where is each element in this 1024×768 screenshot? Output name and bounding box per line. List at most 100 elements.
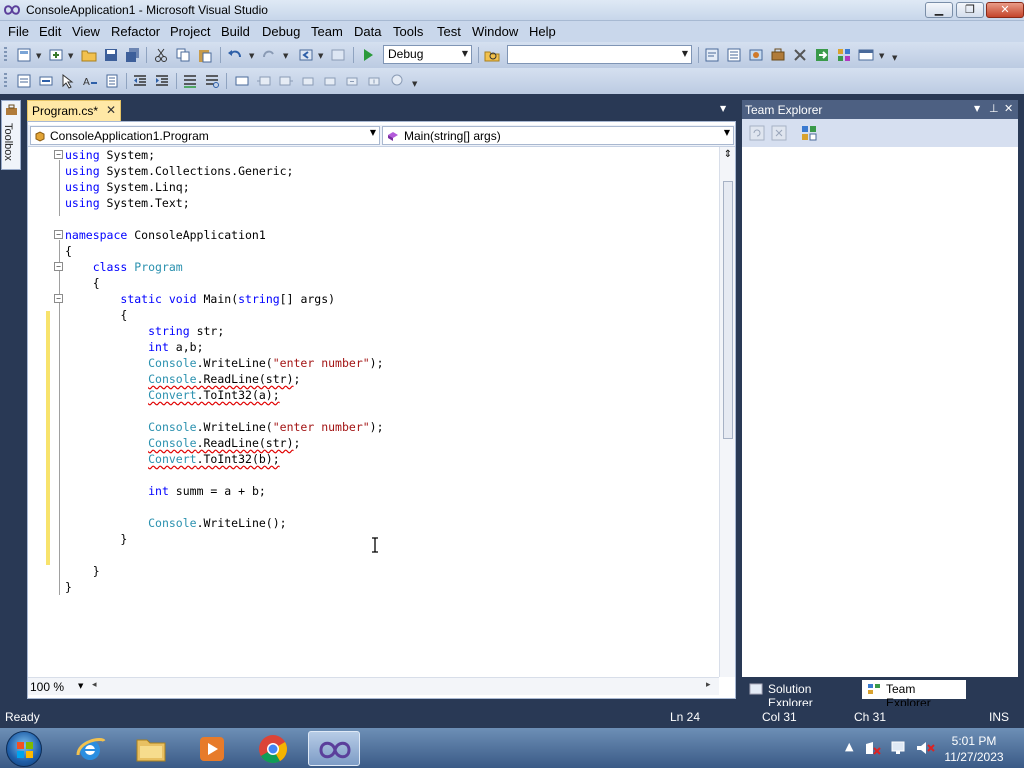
decrease-indent-icon[interactable] xyxy=(132,73,148,89)
vertical-scrollbar[interactable]: ⇕ xyxy=(719,147,735,677)
taskbar-internet-explorer[interactable] xyxy=(64,731,116,766)
quick-info-icon[interactable] xyxy=(60,73,76,89)
volume-muted-icon[interactable] xyxy=(915,740,935,756)
chevron-down-icon[interactable]: ▼ xyxy=(318,52,323,60)
clear-bookmarks-icon[interactable] xyxy=(390,73,406,89)
close-icon[interactable]: ✕ xyxy=(1004,102,1013,115)
taskbar-file-explorer[interactable] xyxy=(125,731,177,766)
collapse-toggle[interactable]: − xyxy=(54,150,63,159)
split-window-icon[interactable]: ⇕ xyxy=(722,149,734,163)
chevron-down-icon[interactable]: ▼ xyxy=(68,52,73,60)
tab-solution-explorer[interactable]: Solution Explorer xyxy=(744,680,861,710)
menu-team[interactable]: Team xyxy=(311,24,343,39)
object-browser-icon[interactable] xyxy=(748,47,764,63)
parameter-info-icon[interactable] xyxy=(38,73,54,89)
menu-help[interactable]: Help xyxy=(529,24,556,39)
chevron-down-icon[interactable]: ▼ xyxy=(283,52,288,60)
collapse-toggle[interactable]: − xyxy=(54,262,63,271)
solution-explorer-icon[interactable] xyxy=(704,47,720,63)
display-word-completion-icon[interactable] xyxy=(104,73,120,89)
redo-icon[interactable] xyxy=(261,47,277,63)
solution-configuration-dropdown[interactable]: Debug ▼ xyxy=(383,45,472,64)
navigate-backward-icon[interactable] xyxy=(298,47,314,63)
types-dropdown[interactable]: ConsoleApplication1.Program ▼ xyxy=(30,126,380,145)
menu-file[interactable]: File xyxy=(8,24,29,39)
cut-icon[interactable] xyxy=(153,47,169,63)
comment-out-icon[interactable] xyxy=(182,73,198,89)
menu-edit[interactable]: Edit xyxy=(39,24,61,39)
next-bookmark-in-document-icon[interactable] xyxy=(366,73,382,89)
menu-refactor[interactable]: Refactor xyxy=(111,24,160,39)
start-debugging-icon[interactable] xyxy=(360,47,376,63)
chevron-down-icon[interactable]: ▼ xyxy=(249,52,254,60)
toolbar-options-icon[interactable]: ▼ xyxy=(892,54,897,62)
increase-indent-icon[interactable] xyxy=(154,73,170,89)
uncomment-icon[interactable] xyxy=(204,73,220,89)
connect-to-team-project-icon[interactable] xyxy=(800,124,818,142)
zoom-level[interactable]: 100 % xyxy=(30,680,64,694)
scroll-thumb[interactable] xyxy=(723,181,733,439)
active-files-dropdown-icon[interactable]: ▼ xyxy=(720,104,726,113)
tab-program-cs[interactable]: Program.cs* ✕ xyxy=(27,100,121,121)
menu-window[interactable]: Window xyxy=(472,24,518,39)
menu-tools[interactable]: Tools xyxy=(393,24,423,39)
collapse-toggle[interactable]: − xyxy=(54,294,63,303)
complete-word-icon[interactable]: A xyxy=(82,73,98,89)
menu-data[interactable]: Data xyxy=(354,24,381,39)
selection-margin[interactable] xyxy=(28,147,44,677)
paste-icon[interactable] xyxy=(197,47,213,63)
undo-icon[interactable] xyxy=(227,47,243,63)
members-dropdown[interactable]: Main(string[] args) ▼ xyxy=(382,126,734,145)
toolbox-icon[interactable] xyxy=(770,47,786,63)
toolbar-grip[interactable] xyxy=(4,73,7,89)
toolbar-options-icon[interactable]: ▼ xyxy=(412,80,417,88)
refresh-icon[interactable] xyxy=(749,125,765,141)
scroll-right-icon[interactable]: ▸ xyxy=(706,680,711,690)
taskbar-media-player[interactable] xyxy=(186,731,238,766)
chevron-down-icon[interactable]: ▼ xyxy=(78,682,83,690)
tab-team-explorer[interactable]: Team Explorer xyxy=(862,680,966,710)
system-clock[interactable]: 5:01 PM 11/27/2023 xyxy=(944,733,1004,765)
toolbox-tab[interactable]: Toolbox xyxy=(1,100,21,170)
class-view-icon[interactable] xyxy=(836,47,852,63)
copy-icon[interactable] xyxy=(175,47,191,63)
menu-debug[interactable]: Debug xyxy=(262,24,300,39)
minimize-button[interactable]: ▁ xyxy=(925,2,953,18)
save-icon[interactable] xyxy=(103,47,119,63)
menu-view[interactable]: View xyxy=(72,24,100,39)
toolbar-grip[interactable] xyxy=(4,47,7,63)
show-hidden-icons-icon[interactable]: ▲ xyxy=(845,740,853,753)
save-all-icon[interactable] xyxy=(125,47,141,63)
menu-test[interactable]: Test xyxy=(437,24,461,39)
pin-icon[interactable]: ⊥ xyxy=(989,102,999,115)
chevron-down-icon[interactable]: ▼ xyxy=(36,52,41,60)
menu-build[interactable]: Build xyxy=(221,24,250,39)
new-project-icon[interactable] xyxy=(16,47,32,63)
extension-manager-icon[interactable] xyxy=(792,47,808,63)
previous-bookmark-in-folder-icon[interactable] xyxy=(300,73,316,89)
stop-icon[interactable] xyxy=(771,125,787,141)
start-button[interactable] xyxy=(6,731,42,767)
chevron-down-icon[interactable]: ▼ xyxy=(879,52,884,60)
network-icon[interactable] xyxy=(890,740,908,756)
add-item-icon[interactable] xyxy=(48,47,64,63)
open-file-icon[interactable] xyxy=(81,47,97,63)
properties-icon[interactable] xyxy=(726,47,742,63)
start-page-icon[interactable] xyxy=(814,47,830,63)
window-position-icon[interactable]: ▼ xyxy=(974,104,980,113)
collapse-toggle[interactable]: − xyxy=(54,230,63,239)
taskbar-visual-studio[interactable] xyxy=(308,731,360,766)
menu-project[interactable]: Project xyxy=(170,24,210,39)
previous-bookmark-in-document-icon[interactable] xyxy=(344,73,360,89)
find-combo[interactable]: ▼ xyxy=(507,45,692,64)
next-bookmark-in-folder-icon[interactable] xyxy=(322,73,338,89)
next-bookmark-icon[interactable] xyxy=(278,73,294,89)
navigate-forward-icon[interactable] xyxy=(330,47,346,63)
maximize-button[interactable]: ❐ xyxy=(956,2,984,18)
close-button[interactable]: ✕ xyxy=(986,2,1024,18)
previous-bookmark-icon[interactable] xyxy=(256,73,272,89)
find-in-files-icon[interactable] xyxy=(484,47,500,63)
scroll-left-icon[interactable]: ◂ xyxy=(92,680,97,690)
taskbar-chrome[interactable] xyxy=(247,731,299,766)
command-window-icon[interactable] xyxy=(858,47,874,63)
